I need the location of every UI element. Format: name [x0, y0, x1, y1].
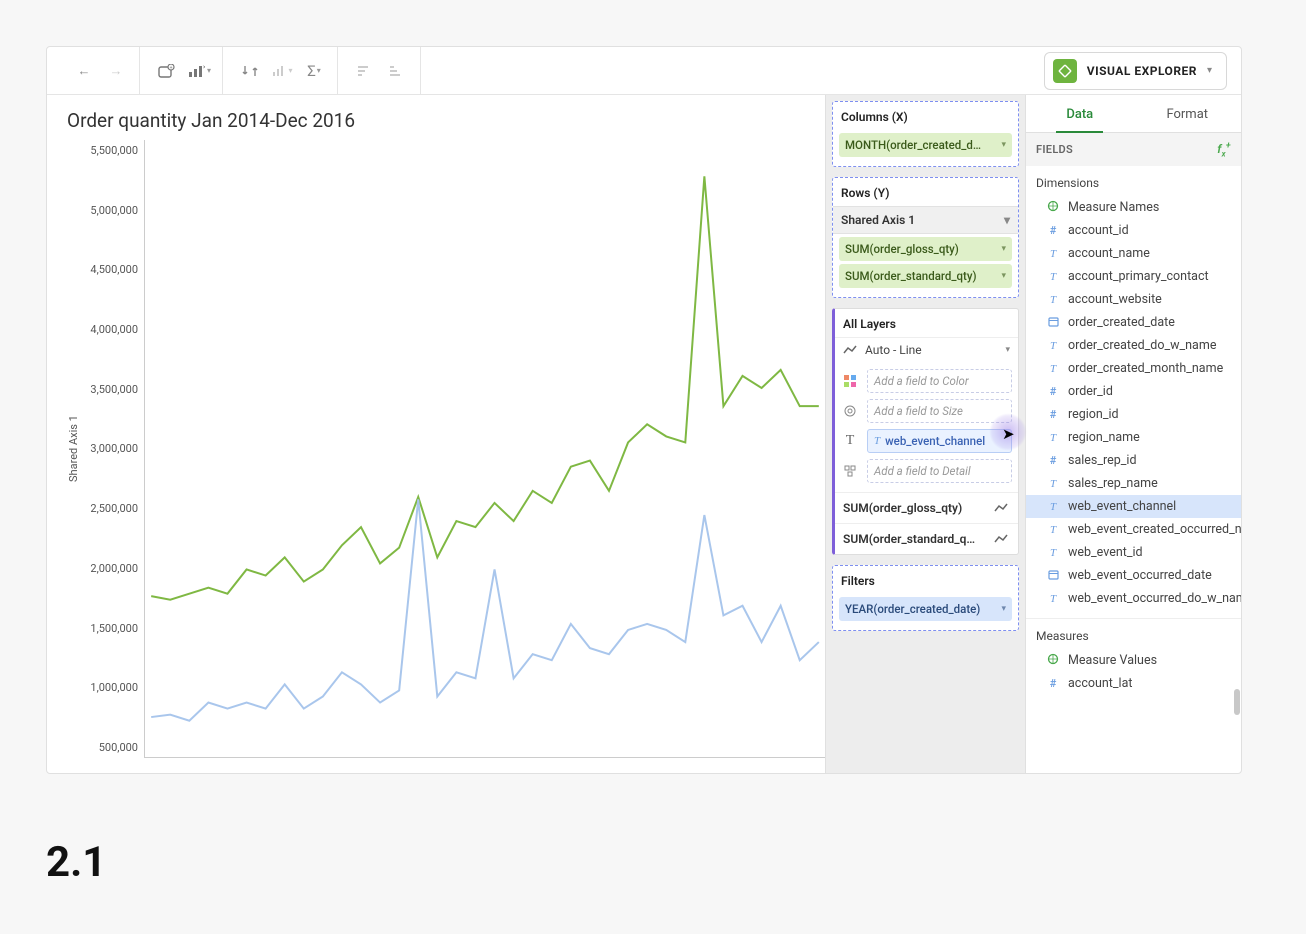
layers-shelf: All Layers Auto - Line ▾ Add a field to … [832, 308, 1019, 555]
enc-text-drag[interactable]: Tweb_event_channel [867, 429, 1012, 453]
layers-title: All Layers [835, 309, 1018, 337]
row-pill-0[interactable]: SUM(order_gloss_qty)▾ [839, 237, 1012, 261]
field-account-name[interactable]: Taccount_name [1026, 242, 1241, 265]
chart-title: Order quantity Jan 2014-Dec 2016 [67, 109, 825, 132]
tab-format[interactable]: Format [1134, 95, 1242, 132]
enc-size-drop[interactable]: Add a field to Size [867, 399, 1012, 423]
step-number: 2.1 [46, 838, 106, 887]
brand-selector[interactable]: VISUAL EXPLORER ▾ [1044, 52, 1227, 90]
config-panel: Columns (X) MONTH(order_created_d…▾ Rows… [825, 95, 1025, 773]
brand-label: VISUAL EXPLORER [1087, 64, 1197, 78]
svg-text:×: × [203, 64, 205, 71]
chart-area: Order quantity Jan 2014-Dec 2016 Shared … [47, 95, 825, 773]
field-account-id[interactable]: #account_id [1026, 219, 1241, 242]
field-measure-values[interactable]: Measure Values [1026, 649, 1241, 672]
svg-text:+: + [170, 65, 173, 71]
brand-logo-icon [1053, 59, 1077, 83]
sort-asc-icon[interactable] [350, 57, 380, 85]
enc-color[interactable]: Add a field to Color [835, 366, 1018, 396]
chevron-down-icon: ▾ [1207, 65, 1212, 76]
columns-shelf[interactable]: Columns (X) MONTH(order_created_d…▾ [832, 101, 1019, 167]
row-pill-1[interactable]: SUM(order_standard_qty)▾ [839, 264, 1012, 288]
field-account-lat[interactable]: #account_lat [1026, 672, 1241, 695]
rows-shelf[interactable]: Rows (Y) Shared Axis 1▾ SUM(order_gloss_… [832, 177, 1019, 298]
tabbar: Data Format [1026, 95, 1241, 133]
columns-pill[interactable]: MONTH(order_created_d…▾ [839, 133, 1012, 157]
field-region-name[interactable]: Tregion_name [1026, 426, 1241, 449]
chart-type-icon[interactable]: ×▾ [184, 57, 214, 85]
layer-sum-1[interactable]: SUM(order_standard_q… [835, 523, 1018, 554]
text-icon: T [841, 432, 859, 450]
sigma-icon[interactable]: Σ▾ [299, 57, 329, 85]
detail-icon [841, 462, 859, 480]
field-order-id[interactable]: #order_id [1026, 380, 1241, 403]
fields-header: FIELDS fx+ [1026, 133, 1241, 166]
size-icon [841, 402, 859, 420]
mark-type-select[interactable]: Auto - Line ▾ [835, 337, 1018, 362]
field-sales-rep-id[interactable]: #sales_rep_id [1026, 449, 1241, 472]
sort-desc-icon[interactable] [382, 57, 412, 85]
field-web-event-occurred-date[interactable]: web_event_occurred_date [1026, 564, 1241, 587]
filters-shelf[interactable]: Filters YEAR(order_created_date)▾ [832, 565, 1019, 631]
field-web-event-id[interactable]: Tweb_event_id [1026, 541, 1241, 564]
rows-title: Rows (Y) [833, 178, 1018, 206]
enc-size[interactable]: Add a field to Size [835, 396, 1018, 426]
enc-text[interactable]: T Tweb_event_channel [835, 426, 1018, 456]
field-web-event-channel[interactable]: Tweb_event_channel [1026, 495, 1241, 518]
swap-icon[interactable] [235, 57, 265, 85]
dimensions-header: Dimensions [1026, 166, 1241, 196]
enc-color-drop[interactable]: Add a field to Color [867, 369, 1012, 393]
plot-area[interactable] [144, 140, 825, 758]
columns-title: Columns (X) [833, 102, 1018, 130]
enc-detail-drop[interactable]: Add a field to Detail [867, 459, 1012, 483]
field-web-event-occurred-do-w-name[interactable]: Tweb_event_occurred_do_w_name [1026, 587, 1241, 610]
filter-pill[interactable]: YEAR(order_created_date)▾ [839, 597, 1012, 621]
scrollbar-thumb[interactable] [1234, 689, 1240, 715]
field-account-website[interactable]: Taccount_website [1026, 288, 1241, 311]
field-order-created-month-name[interactable]: Torder_created_month_name [1026, 357, 1241, 380]
field-list[interactable]: Dimensions Measure Names#account_idTacco… [1026, 166, 1241, 773]
field-order-created-do-w-name[interactable]: Torder_created_do_w_name [1026, 334, 1241, 357]
color-icon [841, 372, 859, 390]
field-web-event-created-occurred-na-[interactable]: Tweb_event_created_occurred_na… [1026, 518, 1241, 541]
fx-icon[interactable]: fx+ [1217, 141, 1231, 158]
add-viz-icon[interactable]: + [152, 57, 182, 85]
forward-button[interactable]: → [101, 57, 131, 85]
back-button[interactable]: ← [69, 57, 99, 85]
field-region-id[interactable]: #region_id [1026, 403, 1241, 426]
data-panel: Data Format FIELDS fx+ Dimensions Measur… [1025, 95, 1241, 773]
measures-header: Measures [1026, 618, 1241, 649]
y-axis-label: Shared Axis 1 [65, 140, 82, 758]
filters-title: Filters [833, 566, 1018, 594]
field-measure-names[interactable]: Measure Names [1026, 196, 1241, 219]
field-order-created-date[interactable]: order_created_date [1026, 311, 1241, 334]
shared-axis-header[interactable]: Shared Axis 1▾ [833, 206, 1018, 234]
layer-sum-0[interactable]: SUM(order_gloss_qty) [835, 492, 1018, 523]
enc-detail[interactable]: Add a field to Detail [835, 456, 1018, 486]
toolbar: ← → + ×▾ ▾ Σ▾ VISUAL EXPLORER ▾ [47, 47, 1241, 95]
field-sales-rep-name[interactable]: Tsales_rep_name [1026, 472, 1241, 495]
tab-data[interactable]: Data [1026, 95, 1134, 132]
fit-icon[interactable]: ▾ [267, 57, 297, 85]
y-axis-ticks: 5,500,0005,000,0004,500,0004,000,0003,50… [82, 140, 144, 758]
field-account-primary-contact[interactable]: Taccount_primary_contact [1026, 265, 1241, 288]
